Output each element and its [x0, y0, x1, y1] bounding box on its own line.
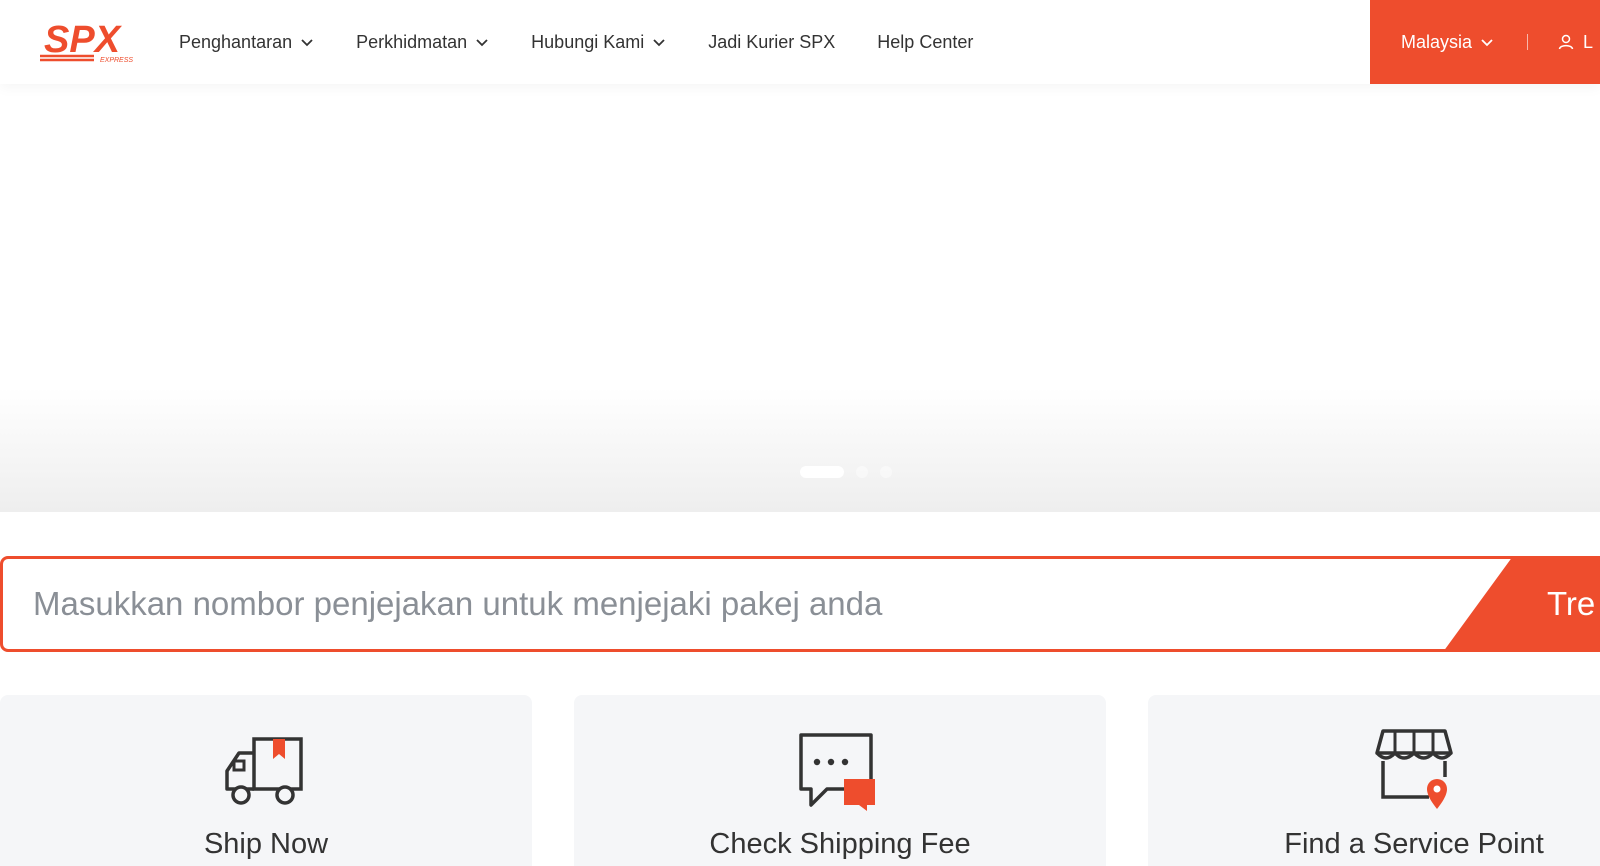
- nav-item-hubungi-kami[interactable]: Hubungi Kami: [531, 32, 666, 53]
- carousel-dot-1[interactable]: [800, 466, 844, 478]
- header-divider: [1527, 34, 1528, 50]
- chevron-down-icon: [653, 39, 665, 47]
- logo-subtext: EXPRESS: [100, 57, 133, 64]
- nav-label: Jadi Kurier SPX: [708, 31, 836, 52]
- find-service-point-card[interactable]: Find a Service Point: [1148, 695, 1600, 866]
- nav-label: Perkhidmatan: [356, 31, 468, 52]
- track-button[interactable]: Trek: [1443, 559, 1597, 649]
- chevron-down-icon: [301, 39, 313, 47]
- find-service-point-label: Find a Service Point: [1284, 828, 1544, 860]
- carousel-dot-2[interactable]: [856, 466, 868, 478]
- check-shipping-fee-label: Check Shipping Fee: [709, 828, 971, 860]
- site-header: SPX EXPRESS Penghantaran Perkhidmatan Hu…: [0, 0, 1600, 84]
- chat-bubble-icon: [799, 733, 875, 811]
- chevron-down-icon: [1481, 39, 1493, 47]
- nav-label: Hubungi Kami: [531, 31, 645, 52]
- spx-express-logo[interactable]: SPX EXPRESS: [38, 18, 140, 64]
- ship-now-card[interactable]: Ship Now: [0, 695, 532, 866]
- tracking-number-input[interactable]: [31, 559, 1411, 649]
- nav-item-perkhidmatan[interactable]: Perkhidmatan: [356, 32, 489, 53]
- nav-label: Penghantaran: [179, 31, 293, 52]
- check-shipping-fee-card[interactable]: Check Shipping Fee: [574, 695, 1106, 866]
- tracking-bar: Trek: [0, 556, 1600, 652]
- login-label: L: [1583, 31, 1594, 52]
- main-nav: Penghantaran Perkhidmatan Hubungi Kami J…: [179, 0, 1015, 84]
- country-label: Malaysia: [1401, 31, 1473, 52]
- user-icon: [1558, 34, 1574, 50]
- nav-label: Help Center: [877, 31, 974, 52]
- header-account-panel: Malaysia L: [1370, 0, 1600, 84]
- carousel-indicators: [800, 466, 904, 478]
- nav-item-help-center[interactable]: Help Center: [877, 32, 973, 53]
- chevron-down-icon: [476, 39, 488, 47]
- track-button-label: Trek: [1547, 585, 1597, 622]
- carousel-dot-3[interactable]: [880, 466, 892, 478]
- store-location-icon: [1375, 729, 1453, 809]
- logo-text: SPX: [44, 19, 123, 61]
- nav-item-penghantaran[interactable]: Penghantaran: [179, 32, 314, 53]
- hero-banner: [0, 84, 1600, 512]
- login-link[interactable]: L: [1557, 0, 1593, 84]
- country-selector[interactable]: Malaysia: [1401, 0, 1494, 84]
- ship-now-label: Ship Now: [203, 828, 329, 860]
- nav-item-jadi-kurier[interactable]: Jadi Kurier SPX: [708, 32, 835, 53]
- delivery-truck-icon: [225, 737, 303, 805]
